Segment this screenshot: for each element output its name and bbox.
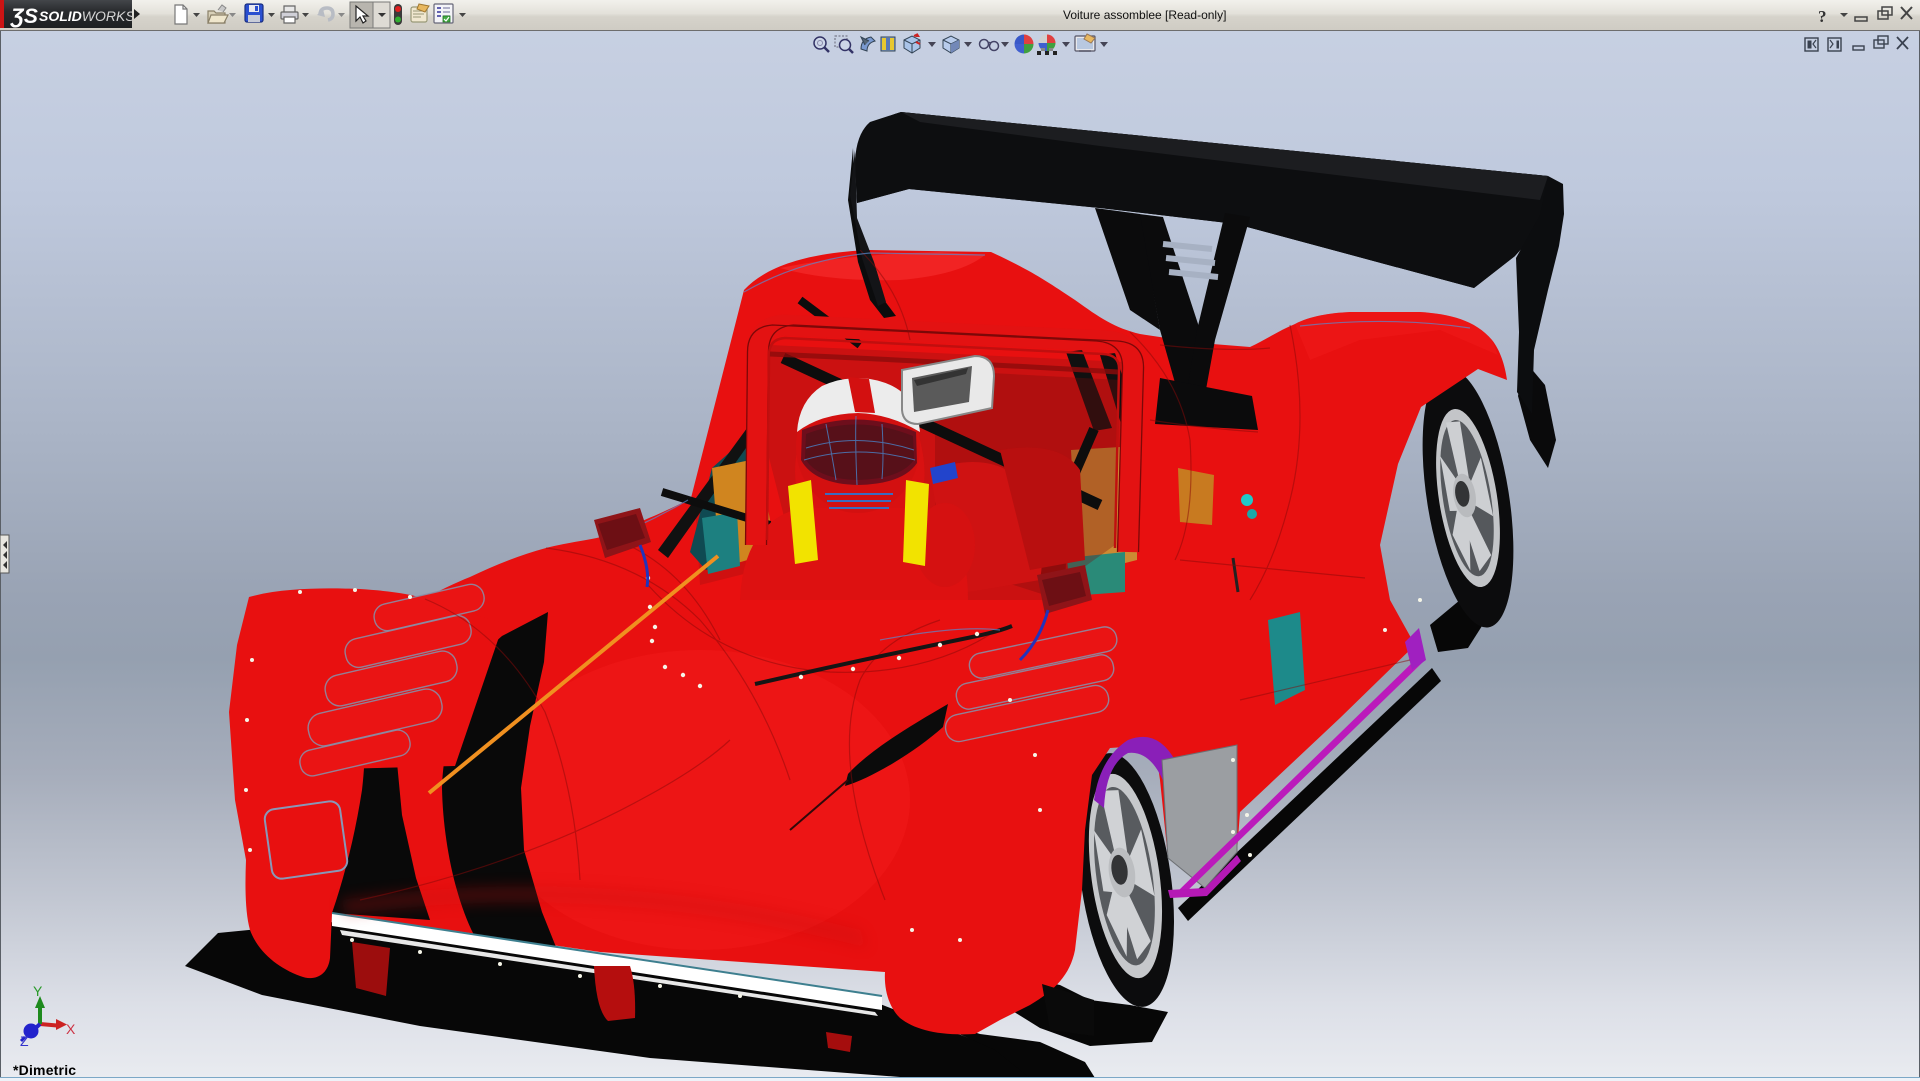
svg-text:Y: Y bbox=[33, 983, 43, 999]
svg-text:X: X bbox=[66, 1021, 76, 1037]
svg-text:Z: Z bbox=[20, 1033, 29, 1049]
